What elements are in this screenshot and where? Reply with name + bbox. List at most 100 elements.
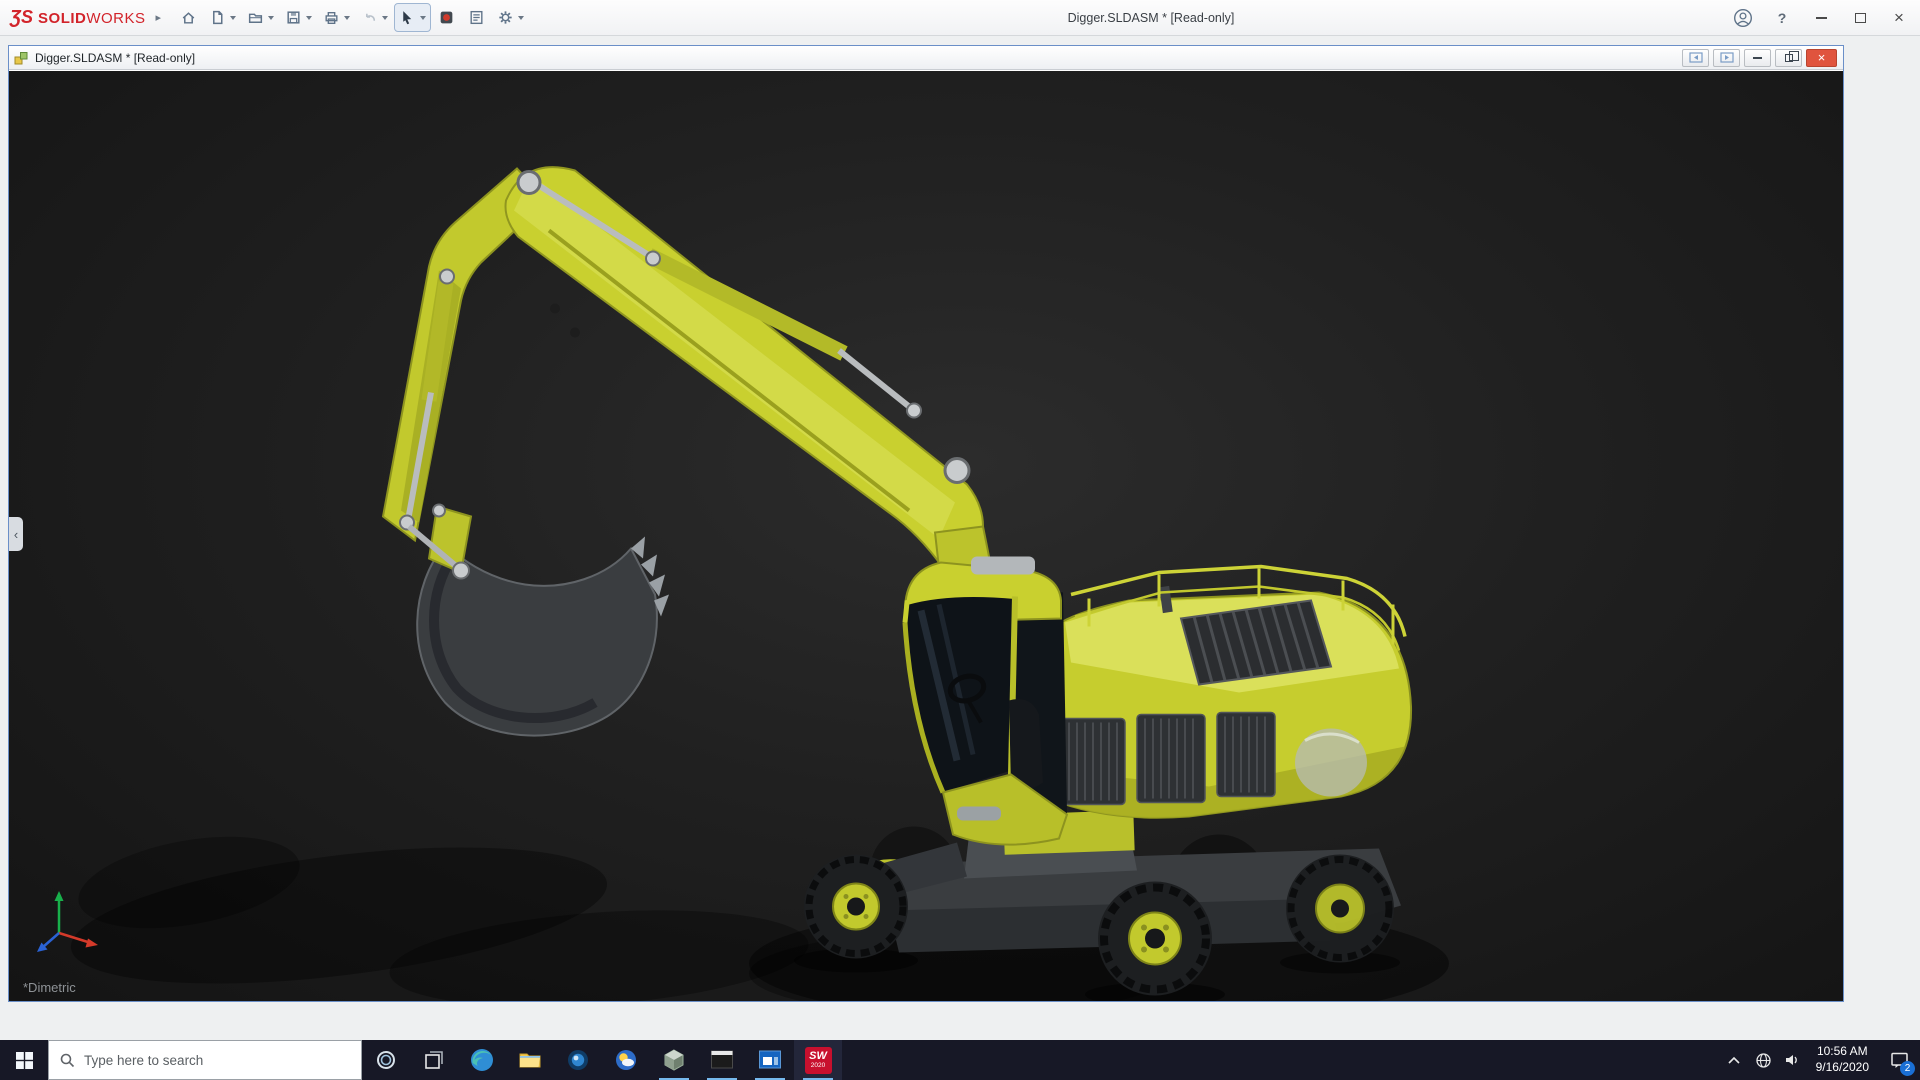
user-account-icon: [1733, 8, 1753, 27]
solidworks-logo: ƷS SOLID WORKS: [10, 7, 146, 28]
options-button[interactable]: [493, 4, 528, 31]
taskbar-file-explorer-icon[interactable]: [506, 1040, 554, 1080]
edge-browser-icon: [471, 1049, 493, 1071]
new-document-icon: [213, 10, 223, 25]
app-close-button[interactable]: ×: [1888, 6, 1910, 30]
document-titlebar: Digger.SLDASM * [Read-only] ×: [9, 46, 1843, 70]
maximize-icon: [1854, 12, 1866, 23]
doc-pane-right-button[interactable]: [1713, 48, 1740, 67]
record-macro-button[interactable]: [433, 4, 460, 31]
print-icon: [325, 12, 338, 25]
app-minimize-button[interactable]: [1810, 6, 1832, 30]
account-button[interactable]: [1732, 6, 1754, 30]
home-button[interactable]: [175, 4, 202, 31]
open-button[interactable]: [243, 4, 278, 31]
resources-list-icon: [470, 10, 483, 25]
menu-expand-chevron-icon[interactable]: ▸: [156, 11, 162, 24]
app-titlebar: ƷS SOLID WORKS ▸ Digger.SLDASM * [Read-o…: [0, 0, 1920, 36]
tray-show-hidden-icons-button[interactable]: [1720, 1040, 1749, 1080]
search-box[interactable]: Type here to search: [48, 1040, 362, 1080]
windows-logo-icon: [15, 1051, 33, 1069]
viewport-3d[interactable]: ‹ *Dimetric: [9, 71, 1843, 1001]
pane-right-icon: [1719, 52, 1734, 63]
file-explorer-icon: [519, 1053, 541, 1068]
taskbar-solidworks-2020-icon[interactable]: SW 2020: [794, 1040, 842, 1080]
assembly-icon: [14, 51, 28, 64]
doc-restore-button[interactable]: [1775, 48, 1802, 67]
pane-left-icon: [1688, 52, 1703, 63]
blue-sphere-icon: [568, 1050, 588, 1070]
clock-date: 9/16/2020: [1815, 1060, 1869, 1074]
dropdown-caret-icon[interactable]: [230, 15, 237, 20]
print-button[interactable]: [319, 4, 354, 31]
taskbar-edge-icon[interactable]: [458, 1040, 506, 1080]
taskbar-edrawings-icon[interactable]: [650, 1040, 698, 1080]
solidworks-resources-button[interactable]: [463, 4, 490, 31]
tray-volume-button[interactable]: [1778, 1040, 1807, 1080]
feature-tree-flyout-tab[interactable]: ‹: [9, 517, 23, 551]
dropdown-caret-icon[interactable]: [268, 15, 275, 20]
select-cursor-icon: [403, 11, 412, 25]
doc-pane-left-button[interactable]: [1682, 48, 1709, 67]
close-icon: ×: [1817, 50, 1826, 65]
screen: ƷS SOLID WORKS ▸ Digger.SLDASM * [Read-o…: [0, 0, 1920, 1080]
cortana-icon: [377, 1051, 395, 1069]
dropdown-caret-icon[interactable]: [382, 15, 389, 20]
minimize-icon: [1815, 16, 1827, 19]
system-tray: 10:56 AM 9/16/2020 2: [1720, 1040, 1920, 1080]
dropdown-caret-icon[interactable]: [518, 15, 525, 20]
search-icon: [60, 1053, 75, 1067]
taskbar-blue-sphere-app-icon[interactable]: [554, 1040, 602, 1080]
orientation-triad: [37, 891, 98, 952]
restore-icon: [1784, 50, 1799, 62]
action-center-button[interactable]: 2: [1878, 1040, 1920, 1080]
new-document-button[interactable]: [205, 4, 240, 31]
sw-badge-year: 2020: [810, 1061, 826, 1069]
document-window-controls: ×: [1682, 48, 1839, 67]
view-orientation-label: *Dimetric: [23, 980, 76, 995]
open-folder-icon: [248, 13, 263, 24]
select-tool-button[interactable]: [394, 3, 432, 32]
task-view-button[interactable]: [410, 1040, 458, 1080]
titlebar-right-controls: ? ×: [1732, 6, 1910, 30]
doc-minimize-button[interactable]: [1744, 48, 1771, 67]
save-icon: [287, 11, 300, 24]
save-button[interactable]: [281, 4, 316, 31]
sw-badge-text: SW: [809, 1049, 827, 1062]
help-button[interactable]: ?: [1771, 6, 1793, 30]
undo-icon: [366, 13, 376, 21]
speaker-icon: [1786, 1055, 1798, 1065]
notification-count-badge: 2: [1900, 1061, 1915, 1076]
app-title: Digger.SLDASM * [Read-only]: [1067, 10, 1235, 25]
dropdown-caret-icon[interactable]: [344, 15, 351, 20]
clock-time: 10:56 AM: [1816, 1044, 1868, 1059]
doc-close-button[interactable]: ×: [1806, 48, 1837, 67]
help-icon: ?: [1777, 9, 1787, 26]
taskbar-weather-app-icon[interactable]: [602, 1040, 650, 1080]
taskbar-clock[interactable]: 10:56 AM 9/16/2020: [1807, 1044, 1878, 1075]
flyout-chevron-icon: ‹: [13, 526, 19, 542]
network-globe-icon: [1755, 1052, 1771, 1068]
excavator-model: [70, 166, 1449, 1001]
dark-window-icon: [711, 1050, 733, 1069]
blue-window-icon: [759, 1050, 781, 1069]
taskbar: Type here to search SW 2020 10:56 AM 9/1…: [0, 1040, 1920, 1080]
document-window: Digger.SLDASM * [Read-only] × ‹ *Dimetri…: [8, 45, 1844, 1002]
weather-icon: [616, 1050, 636, 1070]
dropdown-caret-icon[interactable]: [420, 15, 427, 20]
minimize-icon: [1753, 56, 1762, 59]
brand-solid-text: SOLID: [38, 10, 87, 27]
tray-network-button[interactable]: [1749, 1040, 1778, 1080]
dropdown-caret-icon[interactable]: [306, 15, 313, 20]
dassault-mark-icon: ƷS: [10, 7, 34, 27]
home-icon: [182, 12, 195, 24]
app-maximize-button[interactable]: [1849, 6, 1871, 30]
quick-access-toolbar: [175, 3, 528, 32]
chevron-up-icon: [1728, 1056, 1740, 1064]
taskbar-blue-window-icon[interactable]: [746, 1040, 794, 1080]
start-button[interactable]: [0, 1040, 48, 1080]
taskbar-console-window-icon[interactable]: [698, 1040, 746, 1080]
undo-button[interactable]: [357, 4, 392, 31]
search-placeholder: Type here to search: [84, 1052, 204, 1068]
cortana-button[interactable]: [362, 1040, 410, 1080]
